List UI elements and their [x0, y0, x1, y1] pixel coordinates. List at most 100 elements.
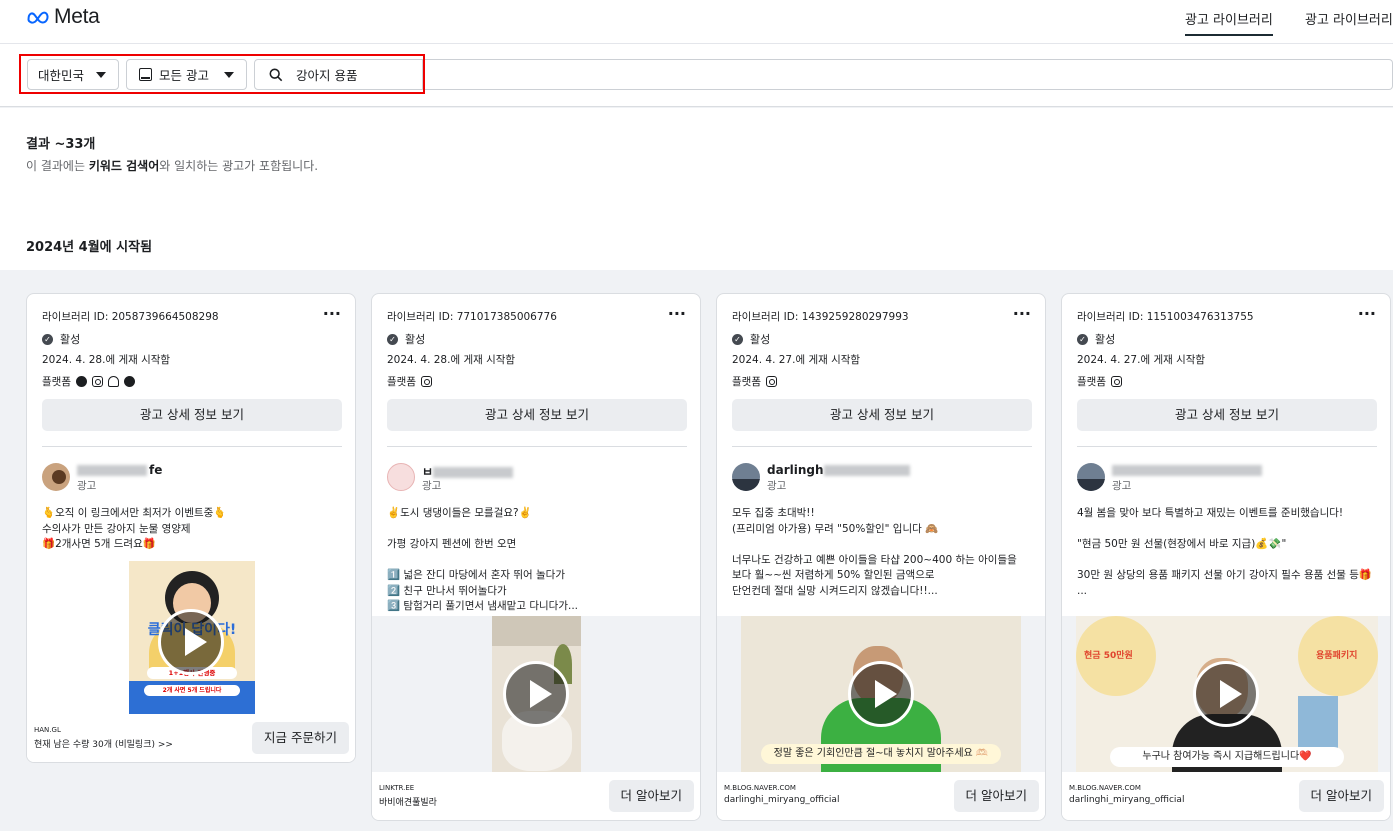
top-navigation: Meta 광고 라이브러리 광고 라이브러리	[0, 0, 1393, 44]
sponsored-label: 광고	[77, 480, 97, 492]
month-heading: 2024년 4월에 시작됨	[26, 240, 153, 255]
ad-footer[interactable]: HAN.GL 현재 남은 수량 30개 (비밀링크) >> 지금 주문하기	[27, 714, 355, 762]
ad-footer[interactable]: M.BLOG.NAVER.COM darlinghi_miryang_offic…	[717, 772, 1045, 820]
check-icon: ✓	[732, 333, 743, 345]
divider	[42, 446, 342, 447]
advertiser-avatar[interactable]	[42, 463, 70, 491]
play-button-icon[interactable]	[848, 661, 914, 727]
start-date: 2024. 4. 27.에 게재 시작함	[1077, 354, 1206, 366]
platforms: 플랫폼	[1077, 374, 1122, 389]
thumb-caption: 정말 좋은 기회인만큼 절~대 놓치지 말아주세요 🫶🏻	[761, 744, 1001, 764]
thumb-package	[1298, 696, 1338, 752]
link-title: darlinghi_miryang_official	[724, 795, 840, 805]
link-domain: HAN.GL	[34, 726, 61, 734]
ad-video[interactable]: 현금 50만원 용품패키지 누구나 참여가능 즉시 지급해드립니다❤️	[1062, 616, 1390, 772]
learn-more-button[interactable]: 더 알아보기	[953, 780, 1039, 812]
more-options-icon[interactable]: ···	[323, 304, 341, 323]
ad-card: 라이브러리 ID: 1151003476313755 ··· ✓ 활성 2024.…	[1061, 293, 1391, 821]
link-title: darlinghi_miryang_official	[1069, 795, 1185, 805]
check-icon: ✓	[42, 333, 53, 345]
library-id: 라이브러리 ID: 2058739664508298	[42, 311, 219, 323]
ad-card: 라이브러리 ID: 2058739664508298 ··· ✓ 활성 2024.…	[26, 293, 356, 763]
link-domain: LINKTR.EE	[379, 784, 415, 792]
divider	[1077, 446, 1377, 447]
ad-card: 라이브러리 ID: 771017385006776 ··· ✓ 활성 2024. …	[371, 293, 701, 821]
divider	[387, 446, 687, 447]
ad-video[interactable]: 정말 좋은 기회인만큼 절~대 놓치지 말아주세요 🫶🏻	[717, 616, 1045, 772]
check-icon: ✓	[387, 333, 398, 345]
learn-more-button[interactable]: 더 알아보기	[1298, 780, 1384, 812]
ad-video[interactable]	[372, 616, 700, 772]
divider	[732, 446, 1032, 447]
status: ✓ 활성	[1077, 331, 1115, 347]
library-id: 라이브러리 ID: 1439259280297993	[732, 311, 909, 323]
audience-network-icon	[107, 376, 119, 387]
advertiser-name[interactable]	[1112, 463, 1264, 477]
link-title: 현재 남은 수량 30개 (비밀링크) >>	[34, 740, 173, 750]
ad-footer[interactable]: M.BLOG.NAVER.COM darlinghi_miryang_offic…	[1062, 772, 1390, 820]
play-button-icon[interactable]	[1193, 661, 1259, 727]
play-button-icon[interactable]	[503, 661, 569, 727]
results-description: 이 결과에는 키워드 검색어와 일치하는 광고가 포함됩니다.	[26, 159, 319, 173]
platforms: 플랫폼	[732, 374, 777, 389]
start-date: 2024. 4. 28.에 게재 시작함	[42, 354, 171, 366]
logo-text: Meta	[54, 5, 100, 28]
keyword-term: 키워드 검색어	[88, 159, 160, 173]
advertiser-name[interactable]: fe	[77, 463, 162, 477]
tab-ad-library-secondary[interactable]: 광고 라이브러리	[1305, 9, 1393, 28]
ad-details-button[interactable]: 광고 상세 정보 보기	[42, 399, 342, 431]
instagram-icon	[765, 376, 777, 387]
ad-body-text: 4월 봄을 맞아 보다 특별하고 재밌는 이벤트를 준비했습니다! "현금 50…	[1077, 507, 1372, 597]
ad-body-text: 모두 집중 초대박!! (프리미엄 아가용) 무려 "50%할인" 입니다 🙈 …	[732, 507, 1017, 597]
status: ✓ 활성	[387, 331, 425, 347]
meta-infinity-icon	[27, 11, 49, 24]
ad-body-text: ✌️도시 댕댕이들은 모를걸요?✌️ 가평 강아지 펜션에 한번 오면 1️⃣ …	[387, 507, 578, 612]
link-domain: M.BLOG.NAVER.COM	[724, 784, 796, 792]
highlight-box	[19, 54, 425, 94]
start-date: 2024. 4. 27.에 게재 시작함	[732, 354, 861, 366]
advertiser-name[interactable]: darlingh	[767, 463, 912, 477]
search-bar-extension[interactable]	[425, 59, 1393, 90]
ad-video[interactable]: 클릭이 답이다! 1+1행사 진행중 2개 사면 5개 드립니다	[27, 561, 355, 724]
sponsored-label: 광고	[1112, 480, 1132, 492]
advertiser-avatar[interactable]	[732, 463, 760, 491]
check-icon: ✓	[1077, 333, 1088, 345]
more-options-icon[interactable]: ···	[668, 304, 686, 323]
advertiser-avatar[interactable]	[387, 463, 415, 491]
start-date: 2024. 4. 28.에 게재 시작함	[387, 354, 516, 366]
order-now-button[interactable]: 지금 주문하기	[252, 722, 349, 754]
link-domain: M.BLOG.NAVER.COM	[1069, 784, 1141, 792]
learn-more-button[interactable]: 더 알아보기	[608, 780, 694, 812]
ad-footer[interactable]: LINKTR.EE 바비애견풀빌라 더 알아보기	[372, 772, 700, 820]
facebook-icon	[75, 376, 87, 387]
sponsored-label: 광고	[767, 480, 787, 492]
results-count: 결과 ~33개	[26, 137, 96, 152]
advertiser-avatar[interactable]	[1077, 463, 1105, 491]
more-options-icon[interactable]: ···	[1013, 304, 1031, 323]
more-options-icon[interactable]: ···	[1358, 304, 1376, 323]
thumb-caption: 누구나 참여가능 즉시 지급해드립니다❤️	[1110, 747, 1344, 767]
link-title: 바비애견풀빌라	[379, 798, 437, 808]
meta-logo[interactable]: Meta	[26, 5, 100, 28]
ad-details-button[interactable]: 광고 상세 정보 보기	[387, 399, 687, 431]
instagram-icon	[420, 376, 432, 387]
ad-card: 라이브러리 ID: 1439259280297993 ··· ✓ 활성 2024.…	[716, 293, 1046, 821]
filter-bar: 대한민국 모든 광고 강아지 용품	[0, 44, 1393, 107]
library-id: 라이브러리 ID: 1151003476313755	[1077, 311, 1254, 323]
library-id: 라이브러리 ID: 771017385006776	[387, 311, 557, 323]
ad-details-button[interactable]: 광고 상세 정보 보기	[1077, 399, 1377, 431]
status: ✓ 활성	[42, 331, 80, 347]
instagram-icon	[91, 376, 103, 387]
instagram-icon	[1110, 376, 1122, 387]
tab-ad-library[interactable]: 광고 라이브러리	[1185, 9, 1273, 36]
ad-body-text: 🫰오직 이 링크에서만 최저가 이벤트중🫰 수의사가 만든 강아지 눈물 영양제…	[42, 507, 227, 550]
status: ✓ 활성	[732, 331, 770, 347]
messenger-icon	[123, 376, 135, 387]
ad-details-button[interactable]: 광고 상세 정보 보기	[732, 399, 1032, 431]
results-summary: 결과 ~33개 이 결과에는 키워드 검색어와 일치하는 광고가 포함됩니다. …	[0, 108, 1393, 270]
thumb-ceiling	[492, 616, 581, 646]
platforms: 플랫폼	[42, 374, 135, 389]
platforms: 플랫폼	[387, 374, 432, 389]
thumb-text-right: 용품패키지	[1316, 651, 1358, 661]
play-button-icon[interactable]	[158, 609, 224, 675]
